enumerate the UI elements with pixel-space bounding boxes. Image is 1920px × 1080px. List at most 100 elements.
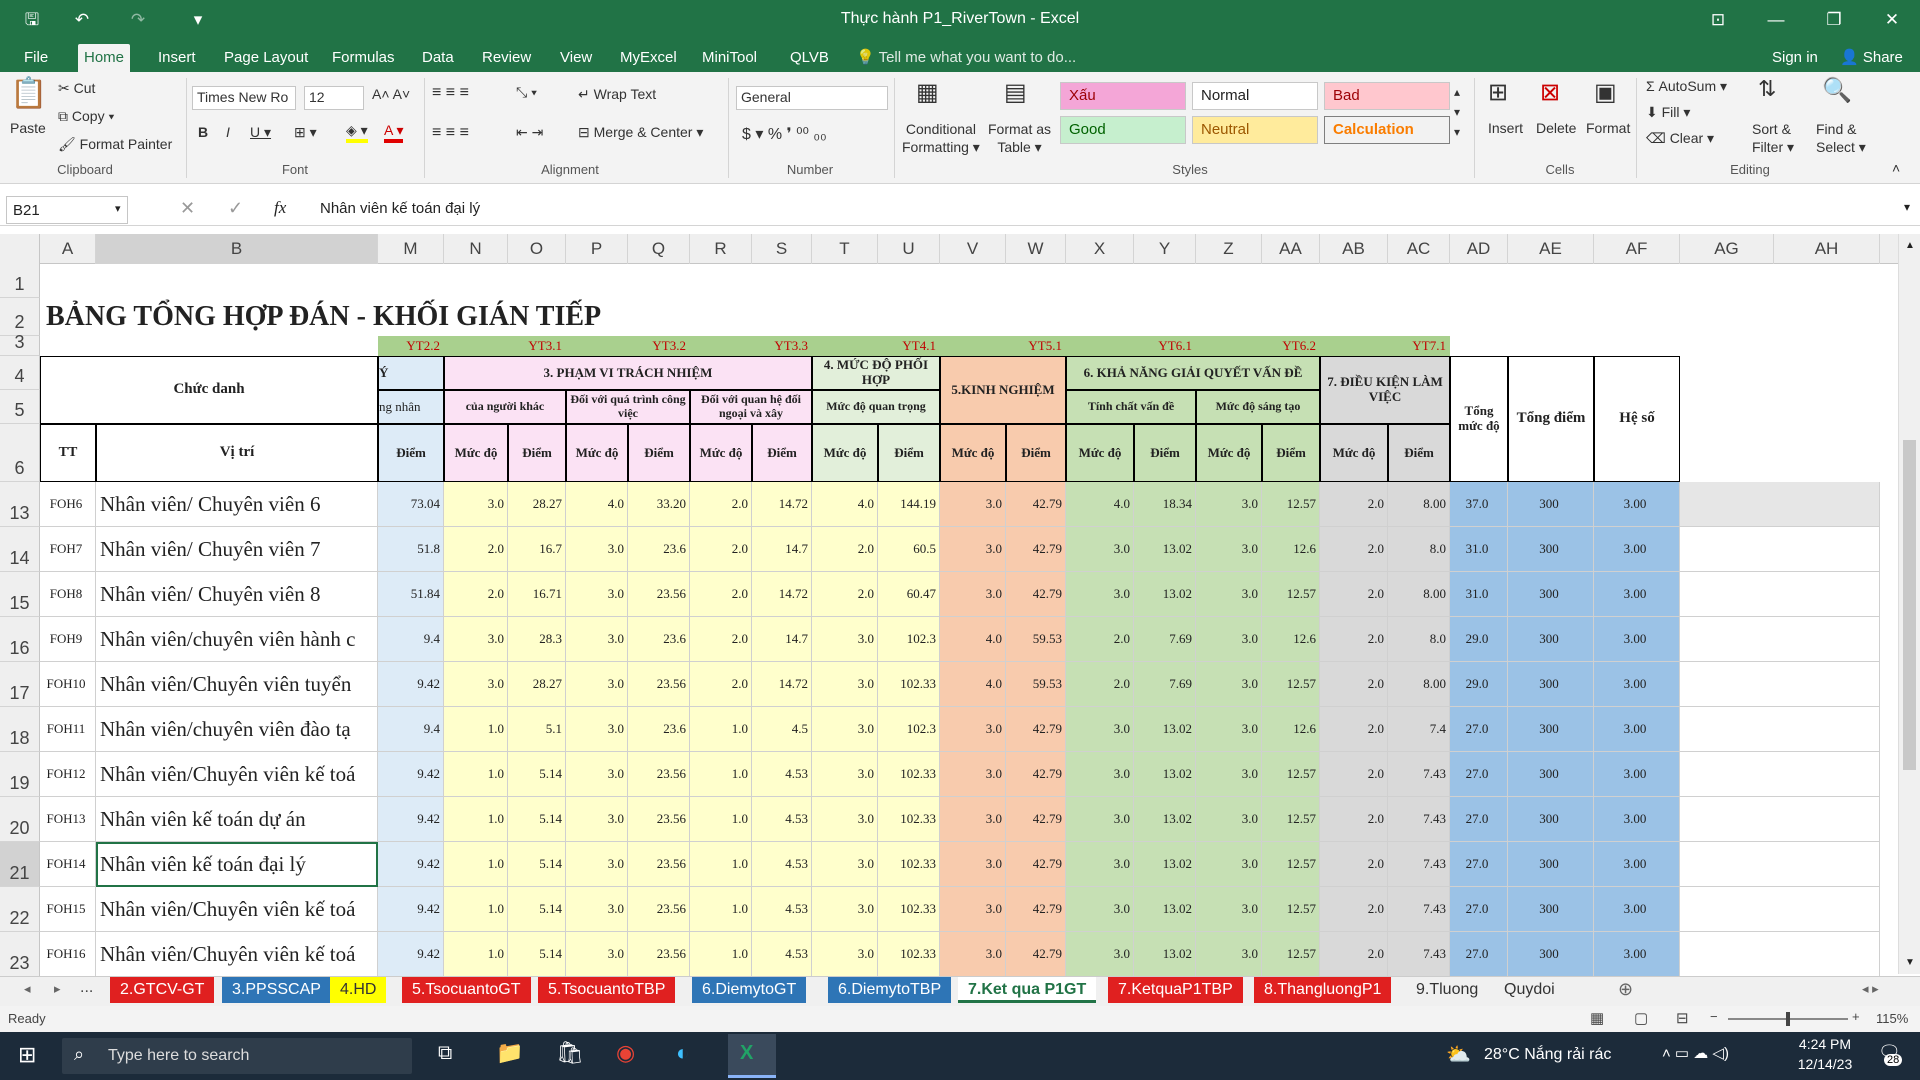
cell-value[interactable]: 3.00 xyxy=(1594,572,1680,617)
cell-value[interactable]: 3.00 xyxy=(1594,842,1680,887)
cell-vi-tri[interactable]: Nhân viên/Chuyên viên tuyển xyxy=(96,662,378,707)
zoom-level[interactable]: 115% xyxy=(1876,1011,1908,1026)
cell-value[interactable]: 2.0 xyxy=(690,482,752,527)
cell-value[interactable]: 3.0 xyxy=(812,617,878,662)
cell-value[interactable]: 1.0 xyxy=(690,842,752,887)
cell-value[interactable]: 9.42 xyxy=(378,752,444,797)
cell-value[interactable]: 27.0 xyxy=(1450,797,1508,842)
clock-time[interactable]: 4:24 PM xyxy=(1790,1036,1860,1052)
cell-value[interactable]: 42.79 xyxy=(1006,932,1066,976)
cell-value[interactable]: 7.43 xyxy=(1388,887,1450,932)
cell-value[interactable]: 3.0 xyxy=(1066,932,1134,976)
zoom-in-icon[interactable]: + xyxy=(1852,1009,1860,1024)
row-header[interactable]: 20 xyxy=(0,797,40,842)
sheet-tab[interactable]: Quydoi xyxy=(1494,977,1565,1003)
excel-taskbar-button[interactable]: X xyxy=(728,1034,776,1078)
cell-value[interactable]: 3.0 xyxy=(566,707,628,752)
cell-value[interactable]: 12.57 xyxy=(1262,932,1320,976)
column-header[interactable]: Q xyxy=(628,234,690,264)
cell-vi-tri[interactable]: Nhân viên/Chuyên viên kế toá xyxy=(96,752,378,797)
name-box-dropdown-icon[interactable]: ▾ xyxy=(115,202,121,215)
cell-value[interactable]: 3.0 xyxy=(566,617,628,662)
cell-value[interactable]: 3.0 xyxy=(1066,752,1134,797)
cell-value[interactable]: 13.02 xyxy=(1134,707,1196,752)
cell-value[interactable]: 9.4 xyxy=(378,617,444,662)
chrome-icon[interactable]: ◉ xyxy=(616,1040,635,1066)
tab-myexcel[interactable]: MyExcel xyxy=(614,44,683,72)
row-header[interactable]: 1 xyxy=(0,264,40,298)
row-header[interactable]: 23 xyxy=(0,932,40,976)
cell-value[interactable]: 1.0 xyxy=(444,707,508,752)
cell-value[interactable]: 1.0 xyxy=(444,932,508,976)
cell-value[interactable]: 13.02 xyxy=(1134,932,1196,976)
cell-value[interactable]: 102.33 xyxy=(878,887,940,932)
cell-value[interactable]: 3.0 xyxy=(566,662,628,707)
style-neutral[interactable]: Neutral xyxy=(1192,116,1318,144)
restore-icon[interactable]: ❐ xyxy=(1816,6,1852,34)
cell-value[interactable]: 37.0 xyxy=(1450,482,1508,527)
conditional-formatting-icon[interactable]: ▦ xyxy=(916,78,939,107)
cell-value[interactable]: 3.0 xyxy=(444,617,508,662)
scroll-thumb[interactable] xyxy=(1903,440,1916,770)
cell-value[interactable]: 4.53 xyxy=(752,797,812,842)
tab-insert[interactable]: Insert xyxy=(152,44,202,72)
column-header[interactable]: T xyxy=(812,234,878,264)
cell-value[interactable]: 51.84 xyxy=(378,572,444,617)
cell-tt[interactable]: FOH8 xyxy=(40,572,96,617)
cell-tt[interactable]: FOH13 xyxy=(40,797,96,842)
cell-value[interactable]: 42.79 xyxy=(1006,707,1066,752)
cell-value[interactable]: 59.53 xyxy=(1006,662,1066,707)
formula-input[interactable]: Nhân viên kế toán đại lý xyxy=(320,200,480,217)
column-header[interactable]: Y xyxy=(1134,234,1196,264)
cell-value[interactable]: 3.0 xyxy=(566,797,628,842)
cell-value[interactable]: 12.57 xyxy=(1262,482,1320,527)
cell-value[interactable]: 8.0 xyxy=(1388,527,1450,572)
cell-tt[interactable]: FOH16 xyxy=(40,932,96,976)
row-header[interactable]: 6 xyxy=(0,424,40,482)
cell-value[interactable]: 7.69 xyxy=(1134,662,1196,707)
cell-value[interactable]: 3.0 xyxy=(1066,887,1134,932)
cell-value[interactable]: 3.0 xyxy=(940,752,1006,797)
tab-review[interactable]: Review xyxy=(476,44,537,72)
cell-tt[interactable]: FOH14 xyxy=(40,842,96,887)
expand-formula-icon[interactable]: ▾ xyxy=(1904,200,1910,214)
cell-value[interactable]: 28.27 xyxy=(508,482,566,527)
find-select-icon[interactable]: 🔍 xyxy=(1822,76,1852,105)
row-header[interactable]: 4 xyxy=(0,356,40,390)
cancel-icon[interactable]: ✕ xyxy=(180,198,195,219)
cell-value[interactable]: 42.79 xyxy=(1006,797,1066,842)
cell-value[interactable]: 3.00 xyxy=(1594,797,1680,842)
cell-value[interactable]: 3.0 xyxy=(1066,572,1134,617)
cell-value[interactable]: 28.27 xyxy=(508,662,566,707)
cell-value[interactable]: 27.0 xyxy=(1450,887,1508,932)
cell-value[interactable]: 3.0 xyxy=(566,572,628,617)
cell-value[interactable]: 2.0 xyxy=(1320,887,1388,932)
collapse-ribbon-icon[interactable]: ˄ xyxy=(1892,160,1900,176)
sheet-tab[interactable]: 7.KetquaP1TBP xyxy=(1108,977,1243,1003)
bold-icon[interactable]: B xyxy=(198,124,208,140)
cell-value[interactable]: 7.43 xyxy=(1388,797,1450,842)
cell-value[interactable]: 9.42 xyxy=(378,662,444,707)
share-button[interactable]: 👤 Share xyxy=(1834,44,1909,72)
font-size-select[interactable]: 12 xyxy=(304,86,364,110)
cell-value[interactable]: 31.0 xyxy=(1450,527,1508,572)
select-all-corner[interactable] xyxy=(0,234,40,264)
cell-value[interactable]: 60.5 xyxy=(878,527,940,572)
cell-empty[interactable] xyxy=(1680,752,1880,797)
cell-value[interactable]: 3.0 xyxy=(1196,887,1262,932)
cell-value[interactable]: 9.4 xyxy=(378,707,444,752)
store-icon[interactable]: 🛍 xyxy=(556,1040,584,1066)
cell-value[interactable]: 13.02 xyxy=(1134,842,1196,887)
cell-value[interactable]: 3.0 xyxy=(940,527,1006,572)
ribbon-display-icon[interactable]: ⊡ xyxy=(1700,6,1736,34)
row-header[interactable]: 15 xyxy=(0,572,40,617)
cell-value[interactable]: 300 xyxy=(1508,572,1594,617)
scroll-down-icon[interactable]: ▼ xyxy=(1905,957,1915,968)
sign-in-link[interactable]: Sign in xyxy=(1766,44,1824,72)
column-header[interactable]: A xyxy=(40,234,96,264)
cell-value[interactable]: 4.53 xyxy=(752,752,812,797)
cell-value[interactable]: 7.43 xyxy=(1388,752,1450,797)
zoom-slider-thumb[interactable] xyxy=(1786,1012,1790,1026)
cell-value[interactable]: 300 xyxy=(1508,842,1594,887)
worksheet-grid[interactable]: A B M N O P Q R S T U V W X Y Z AA AB AC AD AE AF AG AH 123456B… xyxy=(0,234,1920,976)
